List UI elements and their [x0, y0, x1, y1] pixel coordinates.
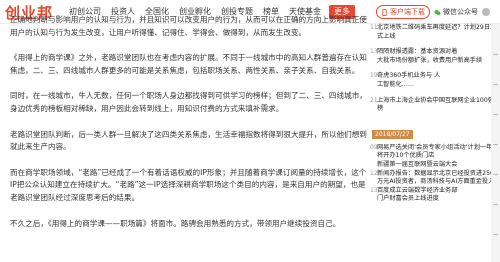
news-link[interactable]: 大批市场份额扩张，收费用户新高手续 — [370, 57, 500, 66]
scroll-tick — [493, 54, 498, 55]
news-link[interactable]: 新疆第一届互联网暨云端大会 — [370, 161, 500, 170]
article-paragraph: 老路识堂团队判断，后一类人群一旦解决了这四类关系焦虑，生活幸福指数将得到很大提升… — [10, 129, 367, 152]
news-link[interactable]: 19 奇虎360手机业务与 人 — [370, 72, 500, 81]
scroll-tick — [493, 114, 498, 115]
article-body: 正确地判断与影响用户的认知与行为，并且知识可以改变用户的行为，从而可以在正确的方… — [10, 14, 370, 243]
scroll-tick — [493, 234, 498, 235]
news-group: 21 上海市上海企业协会中国互联网企业100强榜 — [370, 97, 500, 114]
scroll-tick — [493, 174, 498, 175]
article-paragraph: 不久之后，《用得上的商学课——职场篇》将面市。路骋会用熟悉的方式，带领用户继续投… — [10, 218, 341, 228]
news-link[interactable]: 21 上海市上海企业协会中国互联网企业100强榜 — [370, 97, 500, 114]
news-group: 11 北京地铁二维码乘车再度延迟？计划29日正式上线 — [370, 24, 500, 41]
news-group: 19 奇虎360手机业务与 人 工智能化…… — [370, 72, 500, 89]
scroll-tick — [493, 144, 498, 145]
date-badge: 2018/07/27 — [372, 129, 413, 139]
article-paragraph: 《用得上的商学课》之外，老路识堂团队也在考虑内容的扩展。不同于一线城市中的高知人… — [10, 53, 367, 75]
page-scrollbar[interactable] — [491, 24, 500, 262]
article-paragraph: 同时，在一线城市，牛人无数，任何一个职场人身边都找得到可供学习的榜样；但到了二、… — [10, 91, 367, 113]
wechat-label: 微信公众号 — [443, 8, 478, 16]
news-link[interactable]: 门户财富会员上线进度 — [370, 195, 500, 204]
news-link[interactable]: 13 陌陌财报透露：基本资源对着 — [370, 48, 500, 57]
phone-icon — [382, 8, 387, 16]
news-group: 09 网易严选关闭‘会员专家小组活动’计划一年内将开办10个优质门店 新疆第一届互… — [370, 144, 500, 204]
scroll-tick — [493, 84, 498, 85]
news-link[interactable]: 09 网易严选关闭‘会员专家小组活动’计划一年内将开办10个优质门店 — [370, 144, 500, 161]
news-sidebar: 11 北京地铁二维码乘车再度延迟？计划29日正式上线 13 陌陌财报透露：基本资源对… — [370, 24, 500, 262]
news-link[interactable]: 12 新闻办报告：数据显示北京已经投资进2500万元AI投资者，商汤科技与AI方面… — [370, 170, 500, 187]
client-download-button[interactable]: 客户端下载 — [376, 5, 430, 19]
header-actions: 客户端下载 微信公众号 — [376, 5, 490, 19]
article-paragraph: 正确地判断与影响用户的认知与行为，并且知识可以改变用户的行为，从而可以在正确的方… — [10, 15, 367, 37]
news-link[interactable]: 工智能化…… — [370, 81, 500, 90]
wechat-icon — [434, 9, 441, 15]
avatar[interactable] — [482, 8, 490, 16]
wechat-account-link[interactable]: 微信公众号 — [434, 7, 478, 17]
news-link[interactable]: 11 北京地铁二维码乘车再度延迟？计划29日正式上线 — [370, 24, 500, 41]
scroll-tick — [493, 204, 498, 205]
news-group: 13 陌陌财报透露：基本资源对着 大批市场份额扩张，收费用户新高手续 — [370, 48, 500, 65]
article-paragraph: 而在商学职场领域，“老路”已经成了一个有着话语权威的IP形象；并且随着商学课订阅… — [10, 167, 367, 202]
client-download-label: 客户端下载 — [390, 8, 425, 16]
